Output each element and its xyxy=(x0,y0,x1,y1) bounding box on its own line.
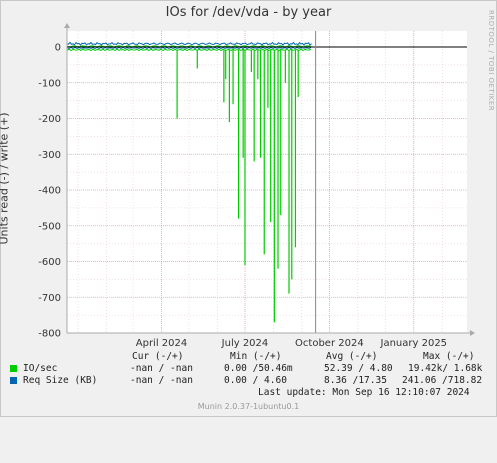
y-tick-label: -100 xyxy=(38,78,61,89)
legend-header-min: Min (-/+) xyxy=(230,351,282,362)
y-tick-label: -700 xyxy=(38,293,61,304)
x-tick-label: January 2025 xyxy=(380,338,448,349)
legend-row-io: IO/sec -nan / -nan 0.00 /50.46m 52.39 / … xyxy=(10,363,482,375)
y-tick-label: 0 xyxy=(55,43,61,54)
plot-area xyxy=(67,31,467,333)
legend-reqsize-avg: 8.36 /17.35 xyxy=(324,375,387,386)
reqsize-swatch xyxy=(10,377,17,384)
y-axis-arrow xyxy=(64,23,70,28)
legend-row-reqsize: Req Size (KB) -nan / -nan 0.00 / 4.60 8.… xyxy=(10,375,482,387)
legend-header-avg: Avg (-/+) xyxy=(326,351,378,362)
io-swatch xyxy=(10,365,17,372)
legend-header-max: Max (-/+) xyxy=(423,351,475,362)
legend-header-row: Cur (-/+) Min (-/+) Avg (-/+) Max (-/+) xyxy=(10,351,474,363)
legend-io-name: IO/sec xyxy=(23,363,58,374)
x-tick-label: October 2024 xyxy=(295,338,364,349)
y-tick-label: -400 xyxy=(38,186,61,197)
y-tick-label: -300 xyxy=(38,150,61,161)
legend-header-cur: Cur (-/+) xyxy=(132,351,184,362)
legend-io-max: 19.42k/ 1.68k xyxy=(408,363,483,374)
y-tick-label: -200 xyxy=(38,114,61,125)
x-tick-label: April 2024 xyxy=(136,338,187,349)
legend-io-min: 0.00 /50.46m xyxy=(224,363,293,374)
y-tick-label: -600 xyxy=(38,257,61,268)
legend-reqsize-cur: -nan / -nan xyxy=(130,375,193,386)
y-tick-label: -500 xyxy=(38,221,61,232)
y-tick-label: -800 xyxy=(38,329,61,340)
x-axis-arrow xyxy=(470,330,475,336)
munin-footer: Munin 2.0.37-1ubuntu0.1 xyxy=(197,402,300,411)
legend-io-avg: 52.39 / 4.80 xyxy=(324,363,393,374)
last-update: Last update: Mon Sep 16 12:10:07 2024 xyxy=(258,387,470,398)
legend-reqsize-max: 241.06 /718.82 xyxy=(402,375,483,386)
legend-reqsize-min: 0.00 / 4.60 xyxy=(224,375,287,386)
legend-reqsize-name: Req Size (KB) xyxy=(23,375,98,386)
legend-io-cur: -nan / -nan xyxy=(130,363,193,374)
x-tick-label: July 2024 xyxy=(221,338,269,349)
